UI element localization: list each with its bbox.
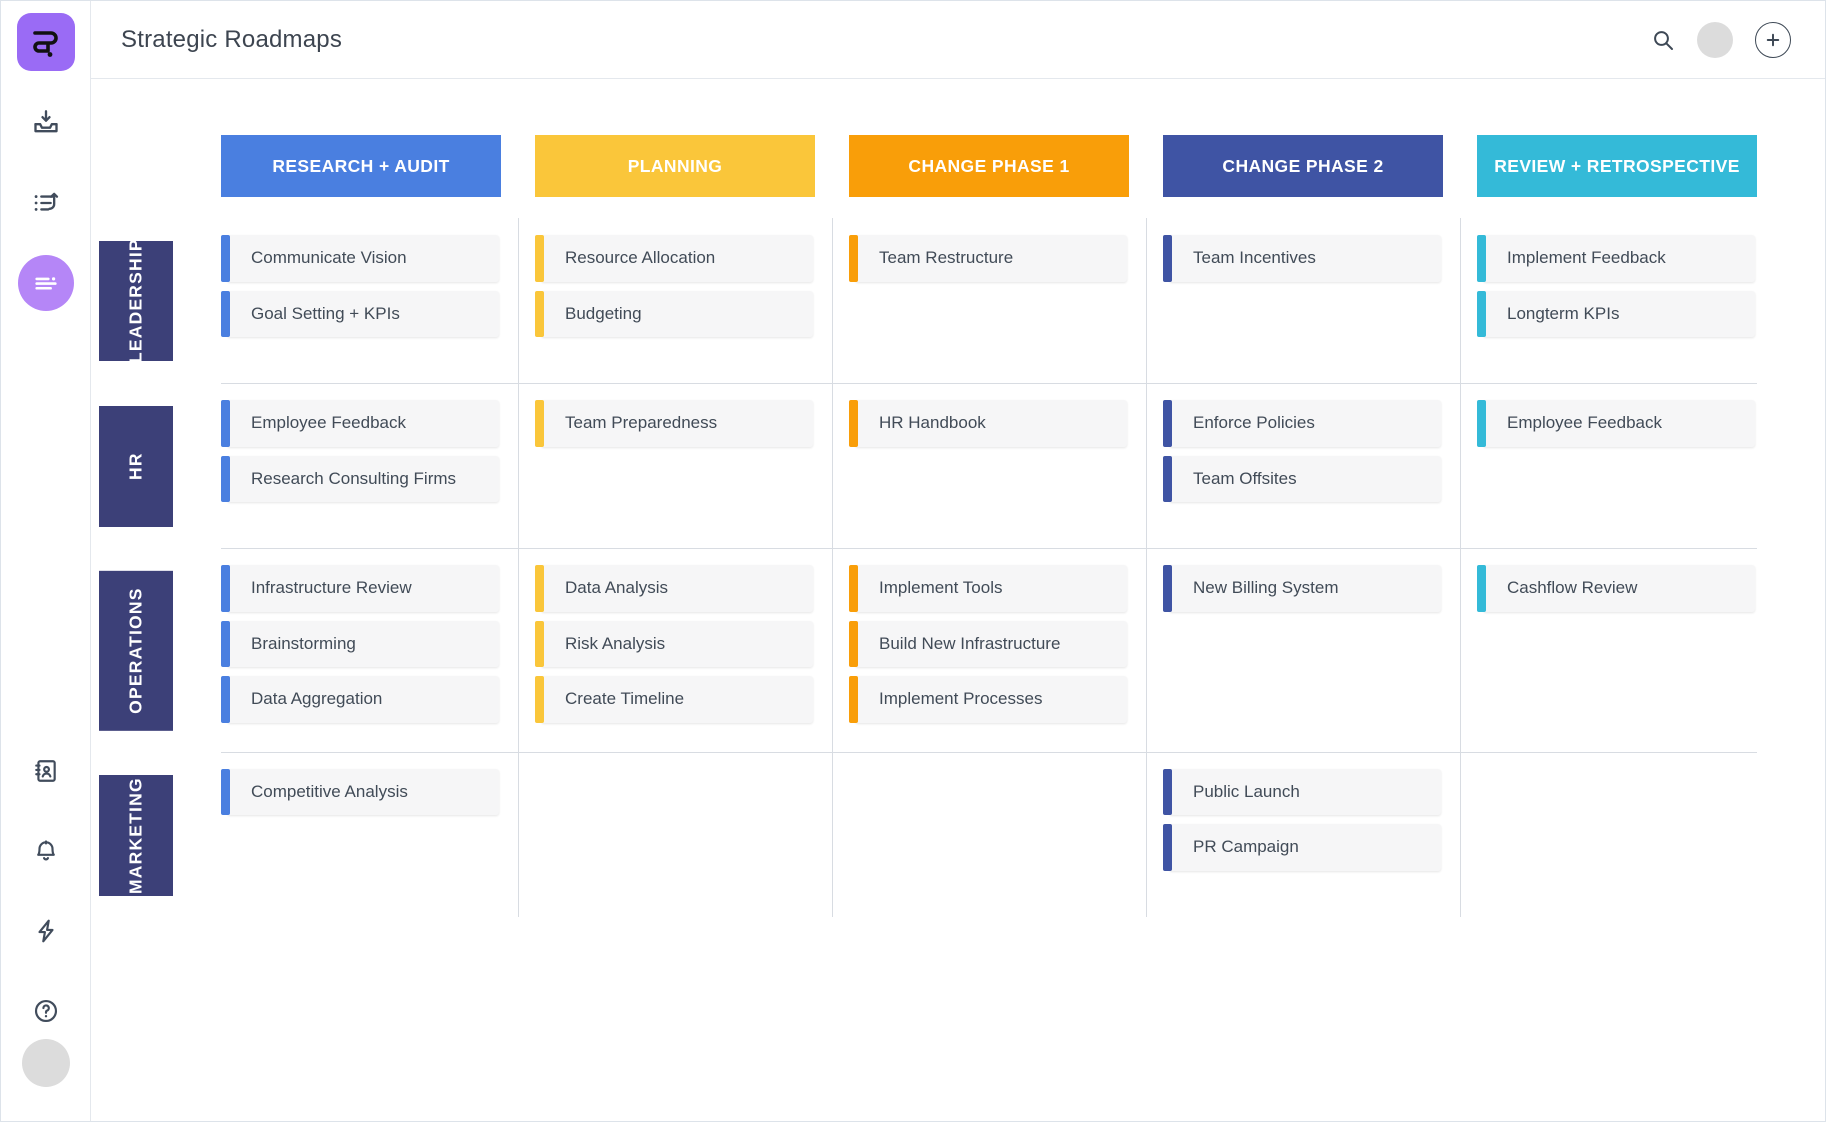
address-book-icon: [34, 760, 56, 782]
board-cell: Competitive Analysis: [221, 753, 501, 917]
sidebar-item-notifications[interactable]: [18, 823, 74, 879]
roadmap-board: RESEARCH + AUDIT PLANNING CHANGE PHASE 1 CH…: [91, 79, 1825, 1121]
board-row: LEADERSHIP Communicate Vision Goal Setting…: [99, 218, 1757, 383]
task-card[interactable]: Budgeting: [535, 290, 813, 338]
search-icon: [1654, 30, 1673, 50]
inbox-download-icon: [33, 110, 58, 133]
task-card[interactable]: New Billing System: [1163, 565, 1441, 612]
task-card[interactable]: Resource Allocation: [535, 235, 813, 282]
task-card[interactable]: Infrastructure Review: [221, 565, 499, 612]
task-card[interactable]: PR Campaign: [1163, 824, 1441, 872]
row-label: HR: [99, 406, 173, 527]
board-cell: Cashflow Review: [1460, 548, 1757, 752]
column-header[interactable]: PLANNING: [535, 135, 815, 197]
task-card[interactable]: Build New Infrastructure: [849, 620, 1127, 668]
task-card[interactable]: Team Preparedness: [535, 400, 813, 447]
task-card[interactable]: Brainstorming: [221, 620, 499, 668]
board-cell: Infrastructure Review Brainstorming Data A…: [221, 549, 501, 752]
board-cell: Team Restructure: [832, 218, 1129, 383]
board-cell: Resource Allocation Budgeting: [518, 218, 815, 383]
column-header[interactable]: REVIEW + RETROSPECTIVE: [1477, 135, 1757, 197]
board-inner: RESEARCH + AUDIT PLANNING CHANGE PHASE 1 CH…: [91, 79, 1791, 917]
sidebar-item-tasks[interactable]: [18, 175, 74, 231]
board-cell: [1460, 751, 1757, 917]
board-row: HR Employee Feedback Research Consulting F…: [99, 383, 1757, 548]
page-title: Strategic Roadmaps: [121, 25, 343, 53]
task-card[interactable]: Risk Analysis: [535, 620, 813, 668]
column-header[interactable]: RESEARCH + AUDIT: [221, 135, 501, 197]
sidebar-item-roadmaps[interactable]: [17, 255, 74, 311]
column-header[interactable]: CHANGE PHASE 2: [1163, 135, 1443, 197]
add-button[interactable]: [1755, 21, 1791, 58]
task-card[interactable]: Enforce Policies: [1163, 400, 1441, 447]
task-card[interactable]: Team Restructure: [849, 235, 1127, 282]
board-cell: [518, 751, 815, 917]
board-row: OPERATIONS Infrastructure Review Brainstor…: [99, 548, 1757, 752]
plus-icon: [1766, 33, 1780, 46]
task-card[interactable]: Data Analysis: [535, 565, 813, 612]
task-card[interactable]: Research Consulting Firms: [221, 455, 499, 503]
avatar[interactable]: [1697, 21, 1733, 58]
task-card[interactable]: Create Timeline: [535, 676, 813, 723]
top-bar: Strategic Roadmaps: [91, 1, 1825, 79]
row-label: LEADERSHIP: [99, 239, 173, 363]
task-card[interactable]: Implement Tools: [849, 565, 1127, 612]
task-card[interactable]: Implement Feedback: [1477, 235, 1755, 282]
task-card[interactable]: Public Launch: [1163, 768, 1441, 816]
app-logo[interactable]: [16, 13, 75, 71]
board-cell: Implement Feedback Longterm KPIs: [1460, 218, 1757, 383]
task-card[interactable]: Cashflow Review: [1477, 565, 1755, 612]
board-row: MARKETING Competitive Analysis Public Laun…: [99, 751, 1757, 917]
task-card[interactable]: Employee Feedback: [221, 400, 499, 447]
lightning-bolt-icon: [37, 919, 54, 943]
board-cell: Team Preparedness: [518, 383, 815, 548]
board-cell: Data Analysis Risk Analysis Create Timelin…: [518, 548, 815, 752]
task-card[interactable]: Team Offsites: [1163, 455, 1441, 503]
board-cell: Communicate Vision Goal Setting + KPIs: [221, 219, 501, 383]
column-header-row: RESEARCH + AUDIT PLANNING CHANGE PHASE 1 CH…: [221, 135, 1757, 197]
board-grid: LEADERSHIP Communicate Vision Goal Setting…: [99, 218, 1757, 917]
board-cell: Employee Feedback Research Consulting Fir…: [221, 384, 501, 548]
sidebar-item-contacts[interactable]: [18, 743, 74, 799]
task-card[interactable]: Team Incentives: [1163, 235, 1441, 282]
topbar-actions: [1651, 21, 1791, 58]
sidebar-item-help[interactable]: [18, 983, 74, 1039]
board-cell: New Billing System: [1146, 548, 1443, 752]
row-label: MARKETING: [99, 774, 173, 896]
board-cell: Implement Tools Build New Infrastructure I…: [832, 548, 1129, 752]
task-card[interactable]: Implement Processes: [849, 676, 1127, 723]
squiggle-logo-icon: [32, 31, 58, 57]
sidebar-item-automations[interactable]: [18, 903, 74, 959]
board-cell: [832, 751, 1129, 917]
roadmap-lines-icon: [34, 277, 57, 290]
search-button[interactable]: [1651, 28, 1675, 52]
list-arrow-icon: [34, 192, 58, 211]
app-window: Strategic Roadmaps RESEARCH + AUDIT PLANN…: [0, 0, 1826, 1122]
column-header[interactable]: CHANGE PHASE 1: [849, 135, 1129, 197]
task-card[interactable]: Competitive Analysis: [221, 768, 499, 816]
help-circle-icon: [34, 999, 57, 1023]
task-card[interactable]: Communicate Vision: [221, 235, 499, 282]
sidebar-user-avatar[interactable]: [21, 1039, 70, 1087]
task-card[interactable]: Goal Setting + KPIs: [221, 290, 499, 338]
sidebar-item-inbox[interactable]: [18, 95, 74, 151]
board-cell: Enforce Policies Team Offsites: [1146, 383, 1443, 548]
task-card[interactable]: Longterm KPIs: [1477, 290, 1755, 338]
row-label: OPERATIONS: [99, 571, 173, 731]
board-cell: Team Incentives: [1146, 218, 1443, 383]
board-cell: Employee Feedback: [1460, 383, 1757, 548]
task-card[interactable]: HR Handbook: [849, 400, 1127, 447]
board-cell: HR Handbook: [832, 383, 1129, 548]
task-card[interactable]: Data Aggregation: [221, 676, 499, 723]
bell-icon: [36, 840, 55, 861]
left-sidebar: [1, 1, 91, 1121]
board-cell: Public Launch PR Campaign: [1146, 751, 1443, 917]
task-card[interactable]: Employee Feedback: [1477, 400, 1755, 447]
